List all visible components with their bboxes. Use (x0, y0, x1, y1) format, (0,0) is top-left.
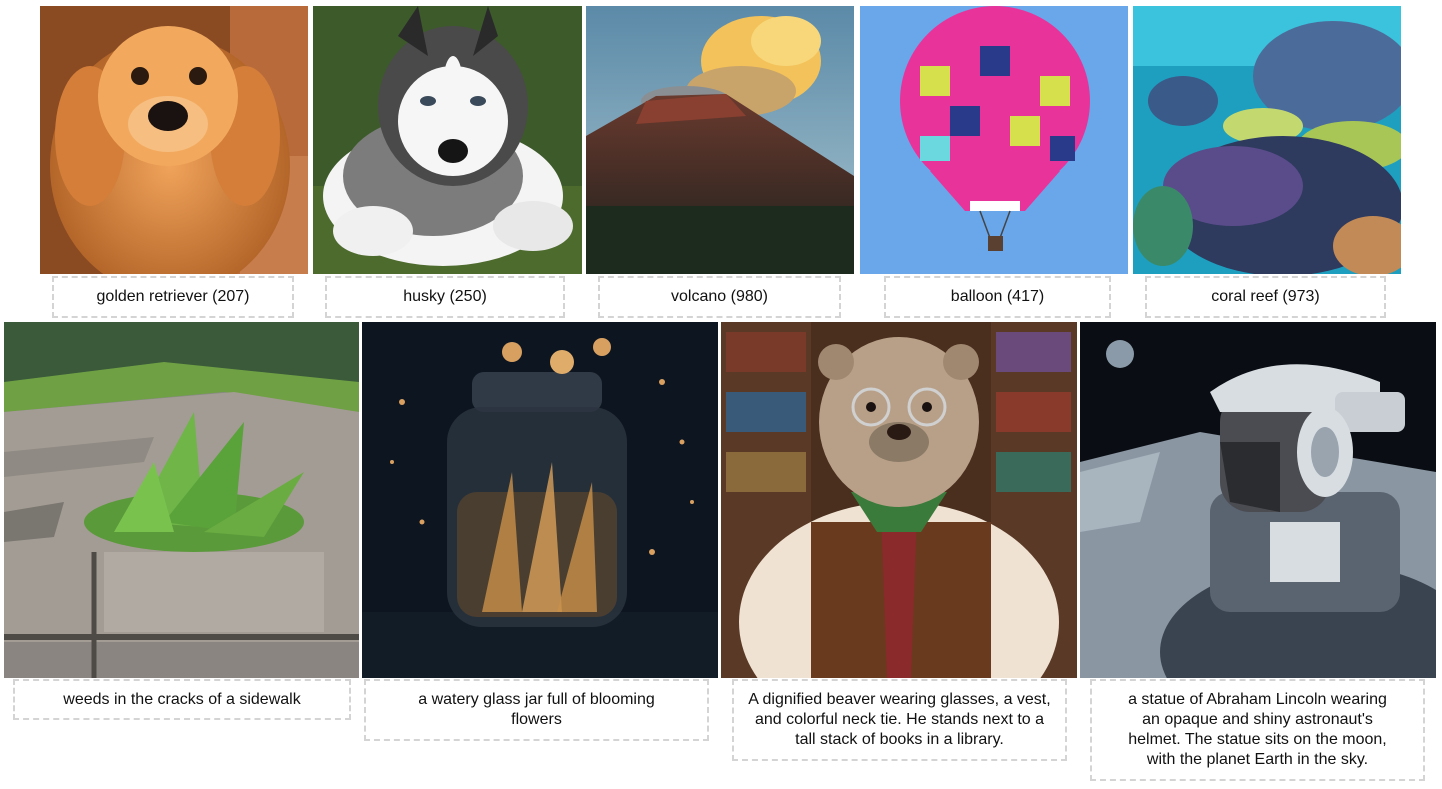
beaver-image (721, 322, 1077, 678)
lincoln-astronaut-statue-icon (1080, 322, 1436, 678)
volcano-image (586, 6, 854, 274)
husky-puppy-icon (313, 6, 582, 274)
caption-sidewalk-weeds: weeds in the cracks of a sidewalk (13, 679, 351, 720)
hot-air-balloon-icon (860, 6, 1128, 274)
caption-balloon: balloon (417) (884, 276, 1111, 318)
beaver-in-library-icon (721, 322, 1077, 678)
glass-jar-image (362, 322, 718, 678)
caption-golden-retriever: golden retriever (207) (52, 276, 294, 318)
caption-beaver: A dignified beaver wearing glasses, a ve… (732, 679, 1067, 761)
lincoln-statue-image (1080, 322, 1436, 678)
caption-lincoln-statue: a statue of Abraham Lincoln wearing an o… (1090, 679, 1425, 781)
sidewalk-weeds-image (4, 322, 359, 678)
husky-image (313, 6, 582, 274)
golden-retriever-puppy-icon (40, 6, 308, 274)
volcano-icon (586, 6, 854, 274)
caption-volcano: volcano (980) (598, 276, 841, 318)
caption-husky: husky (250) (325, 276, 565, 318)
golden-retriever-image (40, 6, 308, 274)
glass-jar-flowers-icon (362, 322, 718, 678)
balloon-image (860, 6, 1128, 274)
coral-reef-image (1133, 6, 1401, 274)
caption-coral-reef: coral reef (973) (1145, 276, 1386, 318)
caption-glass-jar: a watery glass jar full of blooming flow… (364, 679, 709, 741)
coral-reef-icon (1133, 6, 1401, 274)
sidewalk-weeds-icon (4, 322, 359, 678)
